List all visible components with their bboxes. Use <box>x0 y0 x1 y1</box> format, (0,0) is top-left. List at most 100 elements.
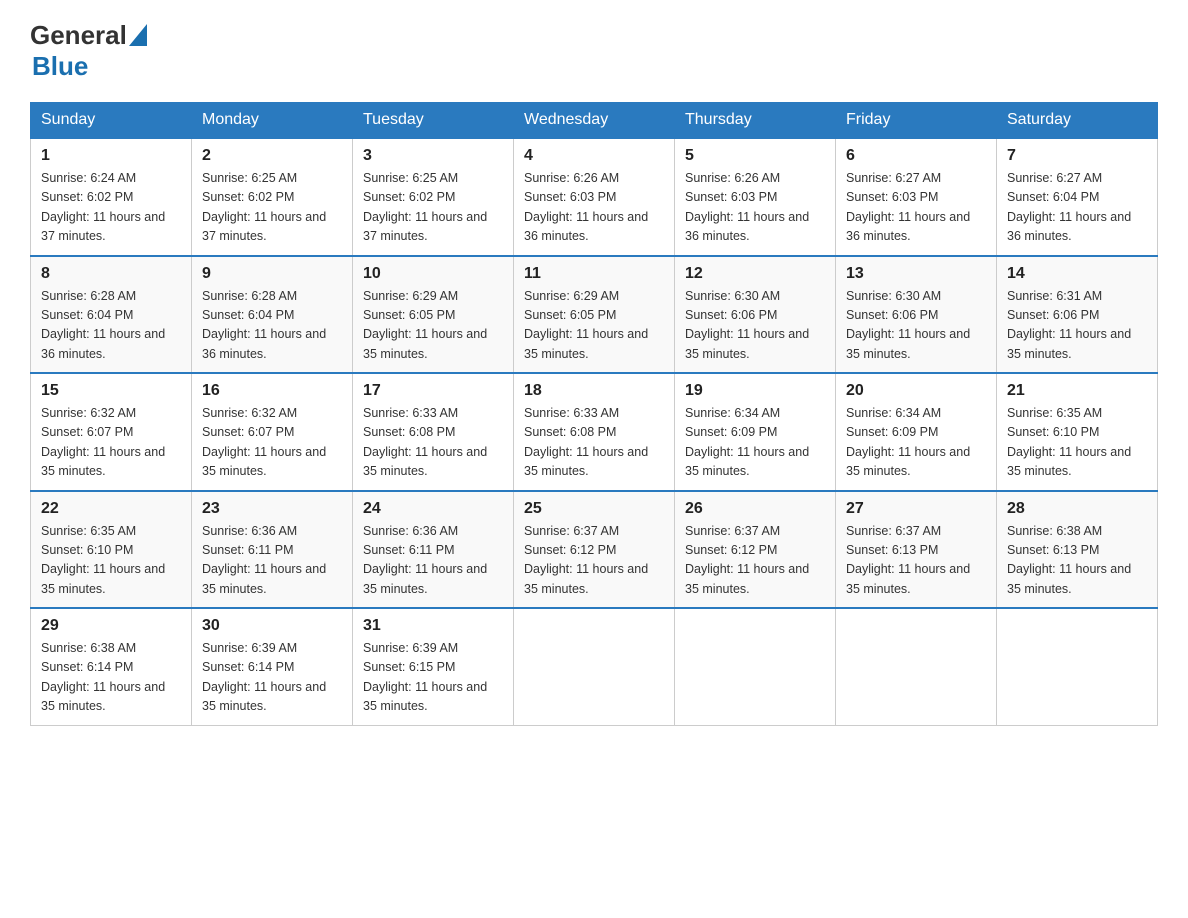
day-number: 22 <box>41 500 181 518</box>
weekday-header-friday: Friday <box>836 103 997 139</box>
logo-blue-text: Blue <box>32 51 88 81</box>
day-info: Sunrise: 6:39 AMSunset: 6:15 PMDaylight:… <box>363 639 503 717</box>
weekday-header-wednesday: Wednesday <box>514 103 675 139</box>
day-info: Sunrise: 6:25 AMSunset: 6:02 PMDaylight:… <box>202 169 342 247</box>
day-number: 17 <box>363 382 503 400</box>
day-number: 15 <box>41 382 181 400</box>
weekday-header-tuesday: Tuesday <box>353 103 514 139</box>
day-info: Sunrise: 6:36 AMSunset: 6:11 PMDaylight:… <box>202 522 342 600</box>
calendar-cell: 4 Sunrise: 6:26 AMSunset: 6:03 PMDayligh… <box>514 138 675 256</box>
week-row-5: 29 Sunrise: 6:38 AMSunset: 6:14 PMDaylig… <box>31 608 1158 725</box>
calendar-cell: 16 Sunrise: 6:32 AMSunset: 6:07 PMDaylig… <box>192 373 353 491</box>
calendar-cell: 18 Sunrise: 6:33 AMSunset: 6:08 PMDaylig… <box>514 373 675 491</box>
day-info: Sunrise: 6:36 AMSunset: 6:11 PMDaylight:… <box>363 522 503 600</box>
day-info: Sunrise: 6:38 AMSunset: 6:13 PMDaylight:… <box>1007 522 1147 600</box>
day-number: 20 <box>846 382 986 400</box>
calendar-cell: 19 Sunrise: 6:34 AMSunset: 6:09 PMDaylig… <box>675 373 836 491</box>
day-info: Sunrise: 6:34 AMSunset: 6:09 PMDaylight:… <box>685 404 825 482</box>
weekday-header-row: SundayMondayTuesdayWednesdayThursdayFrid… <box>31 103 1158 139</box>
day-number: 8 <box>41 265 181 283</box>
day-info: Sunrise: 6:32 AMSunset: 6:07 PMDaylight:… <box>41 404 181 482</box>
week-row-4: 22 Sunrise: 6:35 AMSunset: 6:10 PMDaylig… <box>31 491 1158 609</box>
day-number: 23 <box>202 500 342 518</box>
day-info: Sunrise: 6:35 AMSunset: 6:10 PMDaylight:… <box>41 522 181 600</box>
day-number: 19 <box>685 382 825 400</box>
calendar-cell: 3 Sunrise: 6:25 AMSunset: 6:02 PMDayligh… <box>353 138 514 256</box>
calendar-cell: 6 Sunrise: 6:27 AMSunset: 6:03 PMDayligh… <box>836 138 997 256</box>
day-info: Sunrise: 6:31 AMSunset: 6:06 PMDaylight:… <box>1007 287 1147 365</box>
day-number: 4 <box>524 147 664 165</box>
week-row-3: 15 Sunrise: 6:32 AMSunset: 6:07 PMDaylig… <box>31 373 1158 491</box>
day-number: 29 <box>41 617 181 635</box>
day-number: 16 <box>202 382 342 400</box>
week-row-1: 1 Sunrise: 6:24 AMSunset: 6:02 PMDayligh… <box>31 138 1158 256</box>
day-number: 21 <box>1007 382 1147 400</box>
day-number: 25 <box>524 500 664 518</box>
day-info: Sunrise: 6:33 AMSunset: 6:08 PMDaylight:… <box>524 404 664 482</box>
calendar-cell: 1 Sunrise: 6:24 AMSunset: 6:02 PMDayligh… <box>31 138 192 256</box>
day-info: Sunrise: 6:27 AMSunset: 6:04 PMDaylight:… <box>1007 169 1147 247</box>
calendar-cell: 23 Sunrise: 6:36 AMSunset: 6:11 PMDaylig… <box>192 491 353 609</box>
day-info: Sunrise: 6:37 AMSunset: 6:12 PMDaylight:… <box>685 522 825 600</box>
weekday-header-thursday: Thursday <box>675 103 836 139</box>
calendar-table: SundayMondayTuesdayWednesdayThursdayFrid… <box>30 102 1158 726</box>
calendar-cell <box>836 608 997 725</box>
calendar-cell <box>514 608 675 725</box>
day-info: Sunrise: 6:29 AMSunset: 6:05 PMDaylight:… <box>524 287 664 365</box>
calendar-cell: 7 Sunrise: 6:27 AMSunset: 6:04 PMDayligh… <box>997 138 1158 256</box>
day-info: Sunrise: 6:37 AMSunset: 6:12 PMDaylight:… <box>524 522 664 600</box>
day-number: 26 <box>685 500 825 518</box>
day-info: Sunrise: 6:38 AMSunset: 6:14 PMDaylight:… <box>41 639 181 717</box>
day-number: 12 <box>685 265 825 283</box>
day-info: Sunrise: 6:24 AMSunset: 6:02 PMDaylight:… <box>41 169 181 247</box>
day-number: 1 <box>41 147 181 165</box>
calendar-cell: 27 Sunrise: 6:37 AMSunset: 6:13 PMDaylig… <box>836 491 997 609</box>
day-number: 9 <box>202 265 342 283</box>
calendar-cell: 15 Sunrise: 6:32 AMSunset: 6:07 PMDaylig… <box>31 373 192 491</box>
day-number: 2 <box>202 147 342 165</box>
calendar-cell: 11 Sunrise: 6:29 AMSunset: 6:05 PMDaylig… <box>514 256 675 374</box>
day-info: Sunrise: 6:35 AMSunset: 6:10 PMDaylight:… <box>1007 404 1147 482</box>
day-number: 30 <box>202 617 342 635</box>
day-info: Sunrise: 6:29 AMSunset: 6:05 PMDaylight:… <box>363 287 503 365</box>
logo-general-text: General <box>30 20 127 51</box>
calendar-cell: 10 Sunrise: 6:29 AMSunset: 6:05 PMDaylig… <box>353 256 514 374</box>
day-info: Sunrise: 6:30 AMSunset: 6:06 PMDaylight:… <box>846 287 986 365</box>
calendar-cell: 28 Sunrise: 6:38 AMSunset: 6:13 PMDaylig… <box>997 491 1158 609</box>
calendar-cell: 14 Sunrise: 6:31 AMSunset: 6:06 PMDaylig… <box>997 256 1158 374</box>
day-info: Sunrise: 6:30 AMSunset: 6:06 PMDaylight:… <box>685 287 825 365</box>
logo-triangle-icon <box>129 24 147 51</box>
page-header: General Blue <box>30 20 1158 82</box>
day-number: 6 <box>846 147 986 165</box>
day-info: Sunrise: 6:25 AMSunset: 6:02 PMDaylight:… <box>363 169 503 247</box>
calendar-cell: 9 Sunrise: 6:28 AMSunset: 6:04 PMDayligh… <box>192 256 353 374</box>
calendar-cell: 2 Sunrise: 6:25 AMSunset: 6:02 PMDayligh… <box>192 138 353 256</box>
day-number: 10 <box>363 265 503 283</box>
day-number: 27 <box>846 500 986 518</box>
day-info: Sunrise: 6:32 AMSunset: 6:07 PMDaylight:… <box>202 404 342 482</box>
day-info: Sunrise: 6:26 AMSunset: 6:03 PMDaylight:… <box>524 169 664 247</box>
calendar-cell <box>675 608 836 725</box>
calendar-cell: 21 Sunrise: 6:35 AMSunset: 6:10 PMDaylig… <box>997 373 1158 491</box>
calendar-cell: 13 Sunrise: 6:30 AMSunset: 6:06 PMDaylig… <box>836 256 997 374</box>
day-number: 28 <box>1007 500 1147 518</box>
day-info: Sunrise: 6:33 AMSunset: 6:08 PMDaylight:… <box>363 404 503 482</box>
calendar-cell: 5 Sunrise: 6:26 AMSunset: 6:03 PMDayligh… <box>675 138 836 256</box>
logo: General Blue <box>30 20 147 82</box>
day-info: Sunrise: 6:26 AMSunset: 6:03 PMDaylight:… <box>685 169 825 247</box>
calendar-cell: 17 Sunrise: 6:33 AMSunset: 6:08 PMDaylig… <box>353 373 514 491</box>
day-number: 11 <box>524 265 664 283</box>
day-number: 7 <box>1007 147 1147 165</box>
calendar-cell: 24 Sunrise: 6:36 AMSunset: 6:11 PMDaylig… <box>353 491 514 609</box>
weekday-header-saturday: Saturday <box>997 103 1158 139</box>
day-info: Sunrise: 6:34 AMSunset: 6:09 PMDaylight:… <box>846 404 986 482</box>
day-number: 24 <box>363 500 503 518</box>
calendar-cell: 31 Sunrise: 6:39 AMSunset: 6:15 PMDaylig… <box>353 608 514 725</box>
calendar-cell: 30 Sunrise: 6:39 AMSunset: 6:14 PMDaylig… <box>192 608 353 725</box>
day-number: 14 <box>1007 265 1147 283</box>
day-number: 31 <box>363 617 503 635</box>
weekday-header-monday: Monday <box>192 103 353 139</box>
calendar-cell: 12 Sunrise: 6:30 AMSunset: 6:06 PMDaylig… <box>675 256 836 374</box>
day-info: Sunrise: 6:39 AMSunset: 6:14 PMDaylight:… <box>202 639 342 717</box>
calendar-cell: 22 Sunrise: 6:35 AMSunset: 6:10 PMDaylig… <box>31 491 192 609</box>
